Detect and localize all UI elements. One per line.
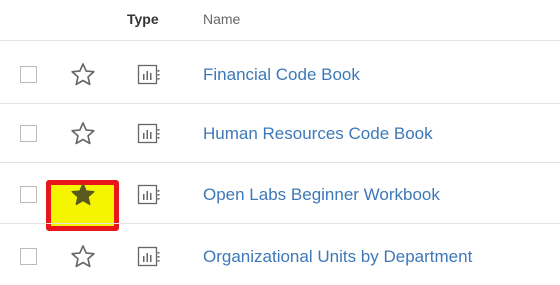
workbook-name-link[interactable]: Human Resources Code Book	[203, 124, 433, 144]
row-select-checkbox[interactable]	[20, 248, 37, 265]
favorite-star-icon[interactable]	[68, 61, 98, 89]
workbook-name-link[interactable]: Open Labs Beginner Workbook	[203, 185, 440, 205]
table-row[interactable]: Financial Code Book	[0, 47, 560, 104]
table-row[interactable]: Human Resources Code Book	[0, 106, 560, 163]
column-header-name[interactable]: Name	[203, 11, 240, 27]
row-select-checkbox[interactable]	[20, 125, 37, 142]
row-select-checkbox[interactable]	[20, 66, 37, 83]
column-header-type[interactable]: Type	[127, 11, 159, 27]
row-select-checkbox[interactable]	[20, 186, 37, 203]
favorite-star-icon[interactable]	[68, 243, 98, 271]
favorite-star-icon[interactable]	[68, 120, 98, 148]
workbook-name-link[interactable]: Organizational Units by Department	[203, 247, 472, 267]
favorite-star-filled-icon[interactable]	[68, 181, 98, 209]
workbook-icon	[137, 246, 161, 268]
workbook-icon	[137, 123, 161, 145]
table-row[interactable]: Organizational Units by Department	[0, 229, 560, 285]
workbook-icon	[137, 64, 161, 86]
table-header: Type Name	[0, 0, 560, 41]
table-row[interactable]: Open Labs Beginner Workbook	[0, 167, 560, 224]
workbook-name-link[interactable]: Financial Code Book	[203, 65, 360, 85]
workbook-icon	[137, 184, 161, 206]
